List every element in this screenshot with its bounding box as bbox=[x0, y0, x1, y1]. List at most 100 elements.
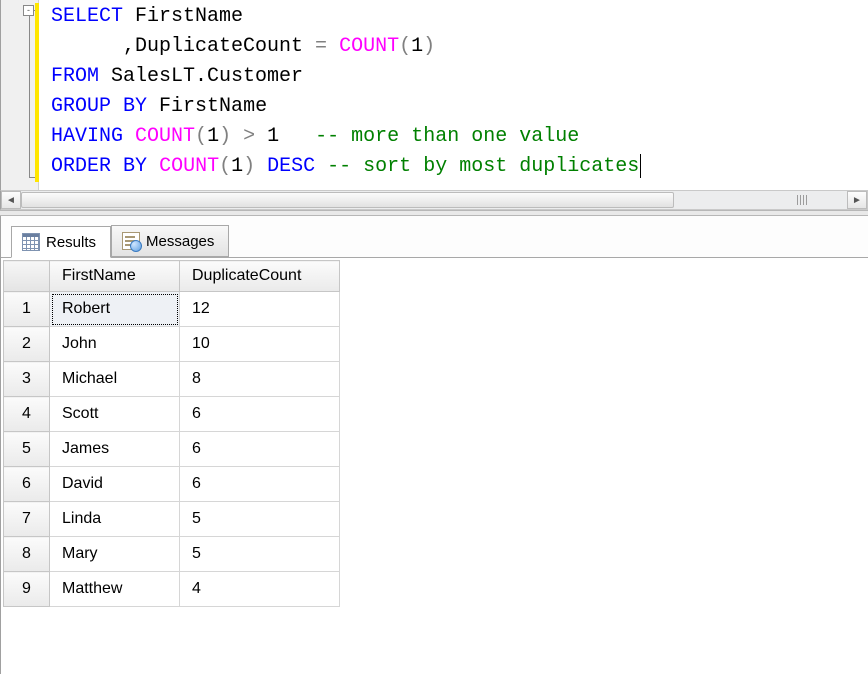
row-number[interactable]: 3 bbox=[4, 362, 50, 397]
fold-guide-bottom bbox=[29, 177, 35, 178]
scroll-track[interactable] bbox=[21, 191, 847, 209]
row-number[interactable]: 1 bbox=[4, 292, 50, 327]
row-number[interactable]: 4 bbox=[4, 397, 50, 432]
kw-order: ORDER bbox=[51, 155, 111, 178]
cell-duplicatecount[interactable]: 4 bbox=[180, 572, 340, 607]
results-pane: Results Messages FirstName DuplicateCoun… bbox=[0, 216, 868, 674]
kw-desc: DESC bbox=[267, 155, 315, 178]
results-tabs: Results Messages bbox=[1, 216, 868, 258]
paren: ) bbox=[423, 35, 435, 58]
results-grid-container: FirstName DuplicateCount 1 Robert 12 2 J… bbox=[1, 258, 868, 674]
table-row[interactable]: 4 Scott 6 bbox=[4, 397, 340, 432]
comment: -- more than one value bbox=[315, 125, 579, 148]
num: 1 bbox=[207, 125, 219, 148]
cell-duplicatecount[interactable]: 6 bbox=[180, 467, 340, 502]
text-caret bbox=[640, 154, 641, 178]
kw-by: BY bbox=[123, 95, 147, 118]
table-row[interactable]: 9 Matthew 4 bbox=[4, 572, 340, 607]
cell-duplicatecount[interactable]: 8 bbox=[180, 362, 340, 397]
select-all-corner[interactable] bbox=[4, 261, 50, 292]
code-text: ,DuplicateCount bbox=[51, 35, 315, 58]
tab-results[interactable]: Results bbox=[11, 226, 111, 258]
code-text: FirstName bbox=[147, 95, 267, 118]
row-number[interactable]: 5 bbox=[4, 432, 50, 467]
grid-icon bbox=[22, 233, 40, 251]
row-number[interactable]: 7 bbox=[4, 502, 50, 537]
cell-duplicatecount[interactable]: 5 bbox=[180, 537, 340, 572]
cell-firstname[interactable]: Scott bbox=[50, 397, 180, 432]
cell-duplicatecount[interactable]: 12 bbox=[180, 292, 340, 327]
kw-select: SELECT bbox=[51, 5, 123, 28]
tab-label: Messages bbox=[146, 233, 214, 250]
cell-duplicatecount[interactable]: 10 bbox=[180, 327, 340, 362]
paren: ) bbox=[219, 125, 231, 148]
scroll-left-button[interactable]: ◄ bbox=[1, 191, 21, 209]
cell-firstname[interactable]: James bbox=[50, 432, 180, 467]
grid-body: 1 Robert 12 2 John 10 3 Michael 8 4 Scot… bbox=[4, 292, 340, 607]
sp bbox=[123, 125, 135, 148]
sp bbox=[147, 155, 159, 178]
cell-duplicatecount[interactable]: 5 bbox=[180, 502, 340, 537]
cell-duplicatecount[interactable]: 6 bbox=[180, 432, 340, 467]
comment: -- sort by most duplicates bbox=[327, 155, 639, 178]
fn-count: COUNT bbox=[135, 125, 195, 148]
op-eq: = bbox=[315, 35, 327, 58]
paren: ( bbox=[399, 35, 411, 58]
row-number[interactable]: 6 bbox=[4, 467, 50, 502]
sp bbox=[255, 125, 267, 148]
paren: ( bbox=[195, 125, 207, 148]
table-row[interactable]: 5 James 6 bbox=[4, 432, 340, 467]
scroll-thumb[interactable] bbox=[21, 192, 674, 208]
cell-firstname[interactable]: Robert bbox=[50, 292, 180, 327]
column-header-duplicatecount[interactable]: DuplicateCount bbox=[180, 261, 340, 292]
scroll-grip-icon bbox=[797, 195, 807, 205]
table-row[interactable]: 3 Michael 8 bbox=[4, 362, 340, 397]
num: 1 bbox=[267, 125, 279, 148]
sql-code[interactable]: SELECT FirstName ,DuplicateCount = COUNT… bbox=[39, 0, 868, 190]
fold-toggle-icon[interactable]: - bbox=[23, 5, 34, 16]
cell-firstname[interactable]: Michael bbox=[50, 362, 180, 397]
column-header-firstname[interactable]: FirstName bbox=[50, 261, 180, 292]
fn-count: COUNT bbox=[159, 155, 219, 178]
op-gt: > bbox=[243, 125, 255, 148]
kw-by: BY bbox=[123, 155, 147, 178]
kw-having: HAVING bbox=[51, 125, 123, 148]
sp bbox=[279, 125, 315, 148]
paren: ( bbox=[219, 155, 231, 178]
editor-horizontal-scrollbar[interactable]: ◄ ► bbox=[0, 190, 868, 210]
table-row[interactable]: 2 John 10 bbox=[4, 327, 340, 362]
cell-firstname[interactable]: Linda bbox=[50, 502, 180, 537]
row-number[interactable]: 8 bbox=[4, 537, 50, 572]
tab-messages[interactable]: Messages bbox=[111, 225, 229, 257]
row-number[interactable]: 9 bbox=[4, 572, 50, 607]
cell-firstname[interactable]: David bbox=[50, 467, 180, 502]
table-row[interactable]: 1 Robert 12 bbox=[4, 292, 340, 327]
kw-from: FROM bbox=[51, 65, 99, 88]
fn-count: COUNT bbox=[339, 35, 399, 58]
table-row[interactable]: 6 David 6 bbox=[4, 467, 340, 502]
code-text: FirstName bbox=[123, 5, 243, 28]
header-row: FirstName DuplicateCount bbox=[4, 261, 340, 292]
cell-firstname[interactable]: Matthew bbox=[50, 572, 180, 607]
cell-firstname[interactable]: Mary bbox=[50, 537, 180, 572]
sql-editor[interactable]: - SELECT FirstName ,DuplicateCount = COU… bbox=[0, 0, 868, 190]
cell-duplicatecount[interactable]: 6 bbox=[180, 397, 340, 432]
row-number[interactable]: 2 bbox=[4, 327, 50, 362]
triangle-right-icon: ► bbox=[852, 195, 862, 206]
table-row[interactable]: 8 Mary 5 bbox=[4, 537, 340, 572]
editor-gutter: - bbox=[1, 0, 39, 190]
table-row[interactable]: 7 Linda 5 bbox=[4, 502, 340, 537]
fold-guide bbox=[29, 10, 30, 178]
paren: ) bbox=[243, 155, 255, 178]
results-grid[interactable]: FirstName DuplicateCount 1 Robert 12 2 J… bbox=[3, 260, 340, 607]
scroll-right-button[interactable]: ► bbox=[847, 191, 867, 209]
cell-firstname[interactable]: John bbox=[50, 327, 180, 362]
sp bbox=[327, 35, 339, 58]
kw-group: GROUP bbox=[51, 95, 111, 118]
sp bbox=[231, 125, 243, 148]
tab-label: Results bbox=[46, 234, 96, 251]
triangle-left-icon: ◄ bbox=[6, 195, 16, 206]
sp bbox=[255, 155, 267, 178]
num: 1 bbox=[411, 35, 423, 58]
num: 1 bbox=[231, 155, 243, 178]
